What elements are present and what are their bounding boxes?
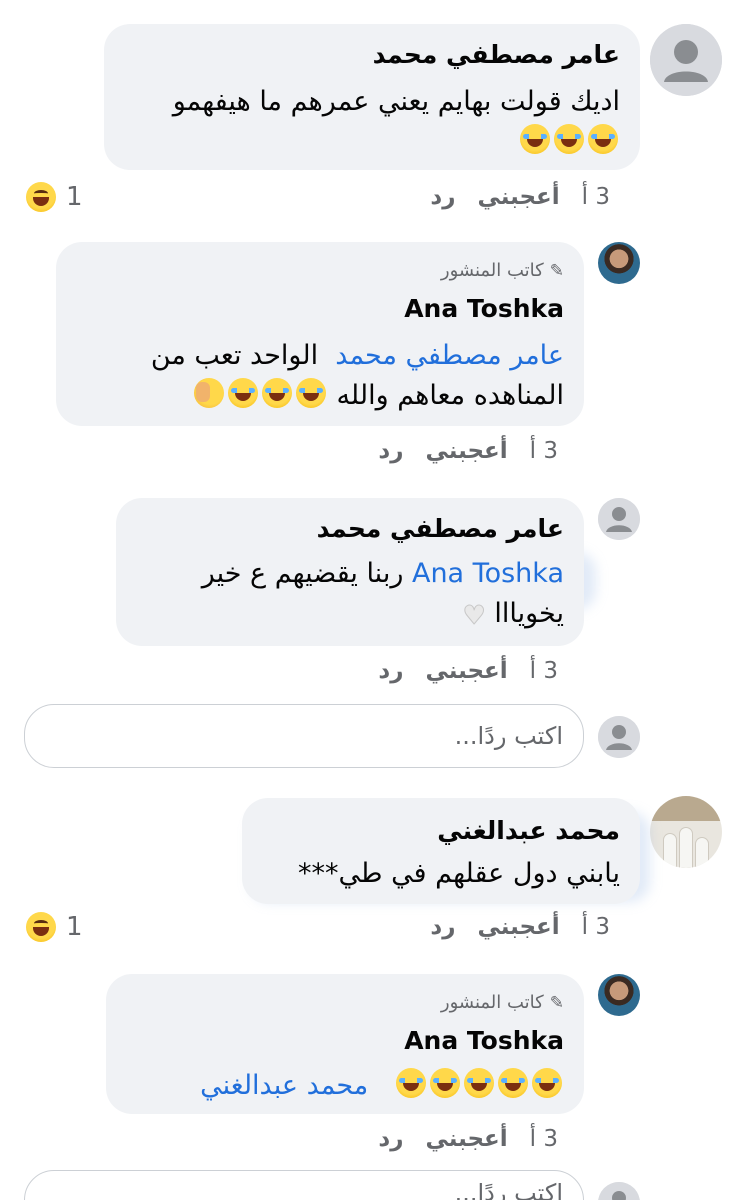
comment-author[interactable]: Ana Toshka <box>404 1026 564 1055</box>
reply-button[interactable]: رد <box>378 438 403 464</box>
timestamp[interactable]: 3 أ <box>582 184 610 210</box>
laughing-emoji-icon <box>295 378 326 408</box>
reply-placeholder: اكتب ردًا... <box>454 722 563 750</box>
laughing-emoji-icon <box>261 378 292 408</box>
reply-input[interactable]: اكتب ردًا... <box>24 704 584 768</box>
post-author-badge: ✎ كاتب المنشور <box>440 260 564 281</box>
mention-link[interactable]: Ana Toshka <box>412 558 564 589</box>
face-palm-emoji-icon <box>193 378 224 408</box>
comment-author[interactable]: عامر مصطفي محمد <box>373 40 620 69</box>
comment-author[interactable]: عامر مصطفي محمد <box>317 514 564 543</box>
laughing-emoji-icon <box>520 124 550 154</box>
laughing-emoji-icon <box>532 1068 562 1098</box>
comment-actions: 3 أ أعجبني رد <box>378 1126 558 1152</box>
like-button[interactable]: أعجبني <box>425 658 507 684</box>
comment-actions: 3 أ أعجبني رد <box>378 658 558 684</box>
reply-button[interactable]: رد <box>430 914 455 940</box>
comment-author[interactable]: Ana Toshka <box>404 294 564 323</box>
default-user-icon <box>598 1182 640 1200</box>
reply-button[interactable]: رد <box>378 658 403 684</box>
pencil-icon: ✎ <box>549 260 564 281</box>
reply-button[interactable]: رد <box>378 1126 403 1152</box>
mention-link[interactable]: عامر مصطفي محمد <box>335 340 564 371</box>
white-heart-icon: ♥ <box>462 601 486 632</box>
timestamp[interactable]: 3 أ <box>530 658 558 684</box>
like-button[interactable]: أعجبني <box>425 1126 507 1152</box>
post-author-badge: ✎ كاتب المنشور <box>440 992 564 1013</box>
reply-button[interactable]: رد <box>430 184 455 210</box>
comment-text: يابني دول عقلهم في طي*** <box>298 858 620 889</box>
comment-actions: 3 أ أعجبني رد <box>430 914 610 940</box>
timestamp[interactable]: 3 أ <box>530 1126 558 1152</box>
haha-reaction-icon <box>26 912 56 942</box>
comments-thread: عامر مصطفي محمد اديك قولت بهايم يعني عمر… <box>0 0 744 1200</box>
reaction-summary[interactable]: 1 <box>26 182 83 212</box>
comment-bubble: ✎ كاتب المنشور Ana Toshka محمد عبدالغني <box>106 974 584 1114</box>
laughing-emoji-icon <box>588 124 618 154</box>
default-user-icon <box>650 24 722 96</box>
avatar <box>598 716 640 758</box>
timestamp[interactable]: 3 أ <box>530 438 558 464</box>
like-button[interactable]: أعجبني <box>425 438 507 464</box>
laughing-emoji-icon <box>227 378 258 408</box>
pencil-icon: ✎ <box>549 992 564 1013</box>
haha-reaction-icon <box>26 182 56 212</box>
laughing-emoji-icon <box>396 1068 426 1098</box>
comment-bubble: ✎ كاتب المنشور Ana Toshka عامر مصطفي محم… <box>56 242 584 426</box>
reaction-count: 1 <box>66 912 83 942</box>
comment-author[interactable]: محمد عبدالغني <box>437 816 620 845</box>
reaction-summary[interactable]: 1 <box>26 912 83 942</box>
laughing-emoji-icon <box>430 1068 460 1098</box>
avatar <box>598 1182 640 1200</box>
laughing-emoji-icon <box>554 124 584 154</box>
laughing-emoji-icon <box>498 1068 528 1098</box>
avatar[interactable] <box>598 242 640 284</box>
comment-actions: 3 أ أعجبني رد <box>378 438 558 464</box>
comment-text: Ana Toshka ربنا يقضيهم ع خير يخويااا ♥ <box>132 554 564 636</box>
comment-bubble: عامر مصطفي محمد Ana Toshka ربنا يقضيهم ع… <box>116 498 584 646</box>
avatar[interactable] <box>598 498 640 540</box>
default-user-icon <box>598 716 640 758</box>
comment-bubble: عامر مصطفي محمد اديك قولت بهايم يعني عمر… <box>104 24 640 170</box>
timestamp[interactable]: 3 أ <box>582 914 610 940</box>
laughing-emoji-icon <box>464 1068 494 1098</box>
default-user-icon <box>598 498 640 540</box>
comment-text: اديك قولت بهايم يعني عمرهم ما هيفهمو <box>120 82 620 162</box>
avatar[interactable] <box>650 796 722 868</box>
reply-placeholder: اكتب ردًا... <box>454 1179 563 1200</box>
like-button[interactable]: أعجبني <box>477 184 559 210</box>
comment-text: عامر مصطفي محمد الواحد تعب من المناهده م… <box>150 340 564 411</box>
like-button[interactable]: أعجبني <box>477 914 559 940</box>
reply-input[interactable]: اكتب ردًا... <box>24 1170 584 1200</box>
avatar[interactable] <box>598 974 640 1016</box>
avatar[interactable] <box>650 24 722 96</box>
reaction-count: 1 <box>66 182 83 212</box>
comment-actions: 3 أ أعجبني رد <box>430 184 610 210</box>
comment-bubble: محمد عبدالغني يابني دول عقلهم في طي*** <box>242 798 640 904</box>
mention-link[interactable]: محمد عبدالغني <box>200 1070 368 1101</box>
comment-text: محمد عبدالغني <box>122 1066 564 1106</box>
